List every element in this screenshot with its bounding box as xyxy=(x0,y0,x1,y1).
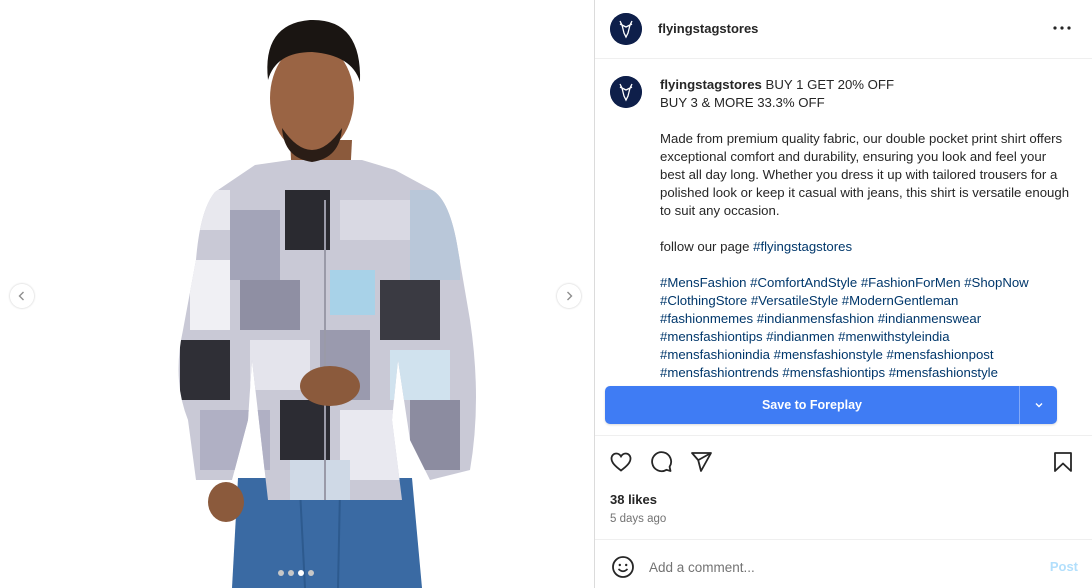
likes-count[interactable]: 38 likes xyxy=(610,492,657,507)
carousel-dot xyxy=(278,570,284,576)
hashtag-line[interactable]: #mensfashiontips #indianmen #menwithstyl… xyxy=(660,328,1070,346)
carousel-dot xyxy=(288,570,294,576)
hashtag-line[interactable]: #fashionmemes #indianmensfashion #indian… xyxy=(660,310,1070,328)
header-username[interactable]: flyingstagstores xyxy=(658,21,758,36)
divider xyxy=(595,435,1092,436)
post-timestamp[interactable]: 5 days ago xyxy=(610,513,666,525)
comment-input[interactable] xyxy=(649,557,1029,577)
carousel-dot-active xyxy=(298,570,304,576)
caption-username[interactable]: flyingstagstores xyxy=(660,77,762,92)
post-header: flyingstagstores xyxy=(595,0,1092,59)
post-comment-button[interactable]: Post xyxy=(1050,559,1078,574)
save-to-foreplay-button[interactable]: Save to Foreplay xyxy=(605,386,1019,424)
follow-text: follow our page xyxy=(660,239,754,254)
save-options-dropdown[interactable] xyxy=(1019,386,1057,424)
hashtag-link[interactable]: #flyingstagstores xyxy=(753,239,852,254)
chevron-left-icon xyxy=(18,291,24,301)
emoji-icon[interactable] xyxy=(611,555,635,579)
save-to-foreplay-widget: Save to Foreplay xyxy=(605,386,1057,424)
previous-slide-button[interactable] xyxy=(10,284,34,308)
caption-line: BUY 1 GET 20% OFF xyxy=(765,77,895,92)
next-slide-button[interactable] xyxy=(557,284,581,308)
caption-body: Made from premium quality fabric, our do… xyxy=(660,131,1070,218)
caption-avatar[interactable] xyxy=(610,76,642,108)
heart-icon[interactable] xyxy=(609,450,633,474)
hashtag-line[interactable]: #mensfashionindia #mensfashionstyle #men… xyxy=(660,346,1070,364)
carousel-indicator xyxy=(278,570,314,576)
stag-logo-icon xyxy=(610,13,642,45)
carousel-dot xyxy=(308,570,314,576)
hashtag-line[interactable]: #MensFashion #ComfortAndStyle #FashionFo… xyxy=(660,274,1070,292)
divider xyxy=(595,539,1092,540)
post-media xyxy=(0,0,594,588)
product-photo xyxy=(178,19,476,588)
more-icon[interactable] xyxy=(1050,18,1074,38)
avatar[interactable] xyxy=(610,13,642,45)
stag-logo-icon xyxy=(610,76,642,108)
share-icon[interactable] xyxy=(689,450,713,474)
post-caption: flyingstagstores BUY 1 GET 20% OFF BUY 3… xyxy=(660,76,1070,382)
post-details: flyingstagstores flyingstagstores BUY 1 … xyxy=(595,0,1092,588)
caption-line: BUY 3 & MORE 33.3% OFF xyxy=(660,95,825,110)
bookmark-icon[interactable] xyxy=(1051,450,1075,474)
chevron-right-icon xyxy=(567,291,573,301)
comment-icon[interactable] xyxy=(649,450,673,474)
hashtag-line[interactable]: #ClothingStore #VersatileStyle #ModernGe… xyxy=(660,292,1070,310)
chevron-down-icon xyxy=(1035,403,1042,408)
hashtag-line[interactable]: #mensfashiontrends #mensfashiontips #men… xyxy=(660,364,1070,382)
action-bar xyxy=(609,450,1079,474)
